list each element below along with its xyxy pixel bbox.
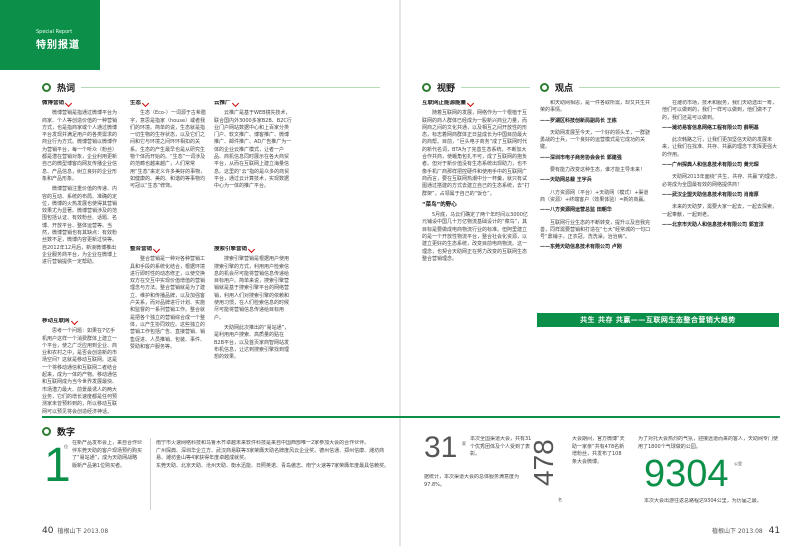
- hot-integrated-title: 整合营销: [130, 246, 206, 254]
- hot-weibo-p2: 微博营销注重价值的传递、内容的互动、系统的布局、准确的定位，微博的火热发展也使得…: [42, 186, 118, 266]
- arrow-icon: [152, 246, 161, 254]
- special-report-cn: 特别报道: [36, 40, 80, 51]
- hot-search: 搜索引擎营销 搜索引擎营销是根据用户使用搜索引擎的方式，利用用户检索信息的机会尽…: [214, 246, 292, 416]
- hot-eco-p1: 生态（Eco-）一词源于古希腊字，意思是指家（house）或者我们的环境。简单的…: [130, 110, 206, 190]
- section-numbers-head: 数字: [42, 424, 122, 438]
- section-hot-head: 热词: [42, 80, 380, 94]
- hot-weibo-title: 微博营销: [42, 100, 120, 108]
- number-9304: 9304: [644, 453, 729, 495]
- number-9304-unit: 公里: [734, 461, 742, 466]
- opinion-signature: ——天助网总裁 王宇兵: [540, 177, 592, 184]
- view-title: 互联网正能源能量: [422, 100, 530, 108]
- special-report-tab: Special Report 特别报道: [0, 0, 100, 70]
- hot-integrated: 整合营销 整合营销是一种对各种营销工具和手段的系统化结合，根据环境进行即时性的动…: [130, 246, 206, 416]
- hot-cloud-p1: 云推广是基于WEB镜先技术，联合国内外3000多家B2B、B2C行业门户网站数据…: [214, 110, 292, 190]
- section-view-title: 视野: [437, 83, 456, 94]
- section-dot-icon: [540, 82, 549, 92]
- number-1-text: 在新产品发布会上，来自合作伙伴东莞天助的客户现场预约购买了“易站通”，成为天助网…: [72, 440, 142, 469]
- arrow-icon: [247, 246, 256, 254]
- section-view-head: 视野: [422, 80, 530, 94]
- section-dot-icon: [42, 426, 51, 436]
- arrow-icon: [466, 100, 475, 108]
- arrow-icon: [141, 100, 150, 108]
- hot-search-title: 搜索引擎营销: [214, 246, 292, 254]
- footer-left: 40 植根山下 2013.08: [42, 526, 109, 536]
- opinion-column-2: 在潍坊市场，技术和服务，我们天助选出一筹，他们可以做到的，我们一样可以做到，他们…: [662, 100, 780, 228]
- section-dot-icon: [42, 82, 51, 92]
- opinion-signature: ——深圳市电子商务协会会长 郭建强: [540, 154, 622, 161]
- opinion-signature: ——武汉企盟天助信息技术有限公司 肖南厚: [662, 191, 759, 198]
- slogan-banner: 共生 共存 共赢——互联网生态整合营销大趋势: [537, 313, 779, 327]
- opinion-signature: ——东莞天助信息技术有限公司 卢刚: [540, 244, 622, 251]
- hot-integrated-p1: 整合营销是一种对各种营销工具和手段的系统化结合，根据环境进行即时性的动态修正，以…: [130, 256, 206, 350]
- hot-weibo-p1: 微博营销是指通过微博平台为商家、个人等创造价值的一种营销方式，也是指商家或个人通…: [42, 110, 118, 182]
- opinion-column-1: 和天助网相思，是一件各取所需，却又共生共荣的事情。 ——罗湖区科技创新局副局长 王…: [540, 100, 651, 251]
- number-1-unit: 位: [64, 444, 68, 449]
- opinion-signature: ——广州探典人和信息技术有限公司 黄元琛: [662, 162, 759, 169]
- number-31-unit: 家: [462, 441, 466, 446]
- section-numbers-title: 数字: [57, 427, 76, 438]
- view-p2: 5月底，马云们确定了两个年时间以3000亿元铺设中国几十万亿物流基础设计的“菜鸟…: [422, 212, 528, 262]
- arrow-icon: [231, 100, 239, 108]
- opinion-signature: ——八方资源网运营总监 田朝华: [540, 207, 612, 214]
- number-478: 478: [528, 439, 559, 486]
- hot-eco-title: 生态: [130, 100, 206, 108]
- page-spine: [399, 0, 401, 546]
- special-report-en: Special Report: [36, 29, 73, 35]
- hot-weibo: 微博营销 微博营销是指通过微博平台为商家、个人等创造价值的一种营销方式，也是指商…: [42, 100, 120, 310]
- satisfaction-text: 据统计，本次渠道大会的总体服务满意度为97.8%。: [424, 474, 520, 488]
- numbers-rule: [42, 416, 780, 418]
- hot-cloud: 云推广 云推广是基于WEB镜先技术，联合国内外3000多家B2B、B2C行业门户…: [214, 100, 292, 238]
- hot-mobile: 移动互联网 思考一个问题：如果在7亿手机用户这样一个消费群体上建立一个平台，使之…: [42, 318, 120, 418]
- opinion-signature: ——罗湖区科技创新局副局长 王栋: [540, 117, 617, 124]
- number-31-text: 本次全国渠道大会，共有31个优秀团体及个人受到了表彰。: [470, 436, 532, 457]
- section-hot-title: 热词: [57, 83, 76, 94]
- page-number-right: 41: [768, 526, 781, 536]
- hot-mobile-p1: 思考一个问题：如果在7亿手机用户这样一个消费群体上建立一个平台，使之广泛应用到企…: [42, 328, 118, 415]
- section-opinion-head: 观点: [540, 80, 780, 94]
- footer-right: 植根山下 2013.08 41: [712, 526, 781, 536]
- numbers-partners: 南宁市火速网络科技和乌鲁木齐卓越未来软件科技是来自中国西部唯一2家参加大会的合作…: [156, 440, 390, 469]
- number-31: 31: [424, 431, 458, 464]
- view-subtitle: “菜鸟”的野心: [422, 201, 457, 208]
- view-p1: 随着互联网的发展，网络作为一个根植于互联网的商人群体已经成为一股新兴商业力量，而…: [422, 110, 530, 197]
- number-9304-text: 本次大会出游往返总路程达9304公里，为历届之最。: [644, 498, 762, 504]
- view-column: 互联网正能源能量 随着互联网的发展，网络作为一个根植于互联网的商人群体已经成为一…: [422, 100, 530, 416]
- opinion-signature: ——北京市天助人和信息技术有限公司 郭宜淳: [662, 221, 764, 228]
- hot-cloud-title: 云推广: [214, 100, 292, 108]
- arrow-icon: [70, 318, 78, 326]
- number-478-text: 大会期间，官方微博“天助一家亲”共有478名新增粉丝，共发布了108条大会微博。: [572, 436, 625, 465]
- hot-search-p1: 搜索引擎营销是根据用户使用搜索引擎的方式，利用用户检索信息的机会尽可能将营销信息…: [214, 256, 290, 321]
- section-opinion-title: 观点: [555, 83, 574, 94]
- opinion-signature: ——潍坊易客信息网络工程有限公司 薛明基: [662, 124, 759, 131]
- hot-mobile-title: 移动互联网: [42, 318, 120, 326]
- section-dot-icon: [422, 82, 431, 92]
- hot-eco: 生态 生态（Eco-）一词源于古希腊字，意思是指家（house）或者我们的环境。…: [130, 100, 206, 238]
- hot-search-p2: 天助网此次推出的“易站通”，是利用用户搜索、高质量的贴在B2B平台，以及首页家商…: [214, 324, 290, 361]
- balloon-text: 为了对托大会热烈的气氛，迎接远道而来的客人，天助网专门使用了1800个气球做的公…: [638, 436, 779, 450]
- arrow-icon: [64, 100, 73, 108]
- number-478-unit: 名: [558, 497, 562, 502]
- page-number-left: 40: [42, 526, 54, 536]
